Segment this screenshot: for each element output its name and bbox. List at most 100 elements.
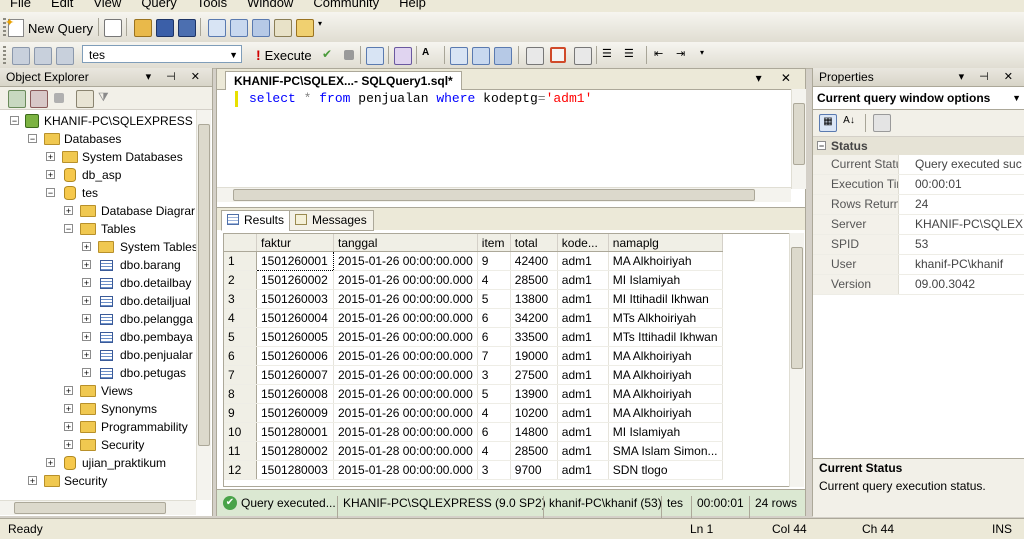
menu-view[interactable]: View (83, 0, 131, 12)
table-cell[interactable]: MTs Ittihadil Ikhwan (608, 327, 723, 347)
table-cell[interactable]: 7 (477, 346, 511, 366)
change-connection-icon[interactable] (56, 47, 74, 65)
cancel-query-icon[interactable] (344, 50, 354, 60)
properties-object-select[interactable]: Current query window options ▼ (813, 87, 1024, 110)
results-to-grid-icon[interactable] (550, 47, 566, 63)
execute-button[interactable]: ! Execute (256, 45, 312, 65)
table-cell[interactable]: 1501280002 (256, 441, 334, 461)
table-row[interactable]: 2 1501260002 2015-01-26 00:00:00.000 4 28500… (224, 270, 723, 290)
table-row[interactable]: 11 1501280002 2015-01-28 00:00:00.000 4 2850… (224, 441, 723, 461)
menu-file[interactable]: File (0, 0, 41, 12)
table-cell[interactable]: MA Alkhoiriyah (608, 251, 723, 271)
column-header[interactable]: item (477, 234, 511, 252)
row-number[interactable]: 8 (224, 384, 257, 404)
menu-help[interactable]: Help (389, 0, 436, 12)
new-query-button[interactable]: ✦ New Query (5, 17, 93, 38)
table-cell[interactable]: 5 (477, 384, 511, 404)
menu-window[interactable]: Window (237, 0, 303, 12)
table-row[interactable]: 3 1501260003 2015-01-26 00:00:00.000 5 13800… (224, 289, 723, 309)
table-cell[interactable]: 1501260009 (256, 403, 334, 423)
collapse-icon[interactable]: − (817, 141, 826, 151)
table-cell[interactable]: 10200 (510, 403, 558, 423)
expand-icon[interactable]: + (82, 296, 91, 306)
expand-icon[interactable]: + (46, 152, 55, 162)
table-cell[interactable]: 6 (477, 422, 511, 442)
table-cell[interactable]: 2015-01-26 00:00:00.000 (333, 403, 478, 423)
scrollbar-thumb[interactable] (233, 189, 755, 201)
scrollbar-thumb[interactable] (14, 502, 166, 514)
table-cell[interactable]: 13900 (510, 384, 558, 404)
expand-icon[interactable]: + (64, 440, 73, 450)
row-number[interactable]: 11 (224, 441, 257, 461)
table-cell[interactable]: MA Alkhoiriyah (608, 365, 723, 385)
table-cell[interactable]: adm1 (557, 270, 609, 290)
table-cell[interactable]: 2015-01-26 00:00:00.000 (333, 346, 478, 366)
table-row[interactable]: 10 1501280001 2015-01-28 00:00:00.000 6 1480… (224, 422, 723, 442)
table-cell[interactable]: 1501260004 (256, 308, 334, 328)
sql-editor[interactable]: select * from penjualan where kodeptg='a… (217, 89, 791, 189)
table-row[interactable]: 1 1501260001 2015-01-26 00:00:00.000 9 42400… (224, 251, 723, 271)
new-file-icon[interactable] (104, 19, 122, 37)
collapse-icon[interactable]: − (64, 224, 73, 234)
column-header[interactable]: total (510, 234, 558, 252)
expand-icon[interactable]: + (82, 368, 91, 378)
table-cell[interactable]: 19000 (510, 346, 558, 366)
table-cell[interactable]: 1501260008 (256, 384, 334, 404)
table-cell[interactable]: 3 (477, 460, 511, 480)
table-row[interactable]: 12 1501280003 2015-01-28 00:00:00.000 3 9700… (224, 460, 723, 480)
row-number[interactable]: 7 (224, 365, 257, 385)
menu-tools[interactable]: Tools (187, 0, 237, 12)
expand-icon[interactable]: + (28, 476, 37, 486)
table-cell[interactable]: MI Islamiyah (608, 270, 723, 290)
row-number[interactable]: 5 (224, 327, 257, 347)
table-cell[interactable]: MA Alkhoiriyah (608, 384, 723, 404)
analyze-query-icon[interactable] (472, 47, 490, 65)
property-row[interactable]: Version 09.00.3042 (813, 275, 1024, 295)
results-to-file-icon[interactable] (574, 47, 592, 65)
uncomment-icon[interactable]: ☰ (624, 47, 640, 63)
table-cell[interactable]: 3 (477, 365, 511, 385)
toolbar-overflow-icon[interactable]: ▾ (700, 48, 710, 64)
tab-messages[interactable]: Messages (289, 210, 374, 231)
table-cell[interactable]: 13800 (510, 289, 558, 309)
table-cell[interactable]: 2015-01-28 00:00:00.000 (333, 460, 478, 480)
expand-icon[interactable]: + (64, 422, 73, 432)
disconnect-icon[interactable] (34, 47, 52, 65)
table-cell[interactable]: 34200 (510, 308, 558, 328)
display-plan-icon[interactable] (450, 47, 468, 65)
table-cell[interactable]: adm1 (557, 460, 609, 480)
table-cell[interactable]: MI Islamiyah (608, 422, 723, 442)
query-designer-icon[interactable] (394, 47, 412, 65)
expand-icon[interactable]: + (82, 350, 91, 360)
table-cell[interactable]: 1501260007 (256, 365, 334, 385)
categorized-icon[interactable]: ▦ (819, 114, 837, 132)
table-cell[interactable]: 4 (477, 270, 511, 290)
row-number[interactable]: 12 (224, 460, 257, 480)
tab-controls[interactable]: ▾ ✕ (756, 71, 799, 85)
table-cell[interactable]: adm1 (557, 384, 609, 404)
property-row[interactable]: User khanif-PC\khanif (813, 255, 1024, 275)
table-cell[interactable]: adm1 (557, 365, 609, 385)
pane-controls[interactable]: ▾ ⊣ ✕ (959, 68, 1019, 86)
table-cell[interactable]: 2015-01-26 00:00:00.000 (333, 289, 478, 309)
table-cell[interactable]: MTs Alkhoiriyah (608, 308, 723, 328)
object-explorer-icon[interactable] (252, 19, 270, 37)
property-row[interactable]: Execution Time 00:00:01 (813, 175, 1024, 195)
row-number[interactable]: 3 (224, 289, 257, 309)
decrease-indent-icon[interactable]: ⇤ (654, 47, 670, 63)
table-cell[interactable]: 2015-01-26 00:00:00.000 (333, 384, 478, 404)
debug-icon[interactable]: ✔ (322, 47, 338, 63)
table-cell[interactable]: 4 (477, 403, 511, 423)
table-cell[interactable]: 2015-01-26 00:00:00.000 (333, 365, 478, 385)
table-cell[interactable]: adm1 (557, 251, 609, 271)
table-cell[interactable]: 1501280001 (256, 422, 334, 442)
expand-icon[interactable]: + (82, 260, 91, 270)
open-folder-icon[interactable] (134, 19, 152, 37)
expand-icon[interactable]: + (64, 386, 73, 396)
filter-icon[interactable]: ⧩ (98, 90, 114, 106)
table-row[interactable]: 7 1501260007 2015-01-26 00:00:00.000 3 27500… (224, 365, 723, 385)
table-cell[interactable]: 2015-01-26 00:00:00.000 (333, 327, 478, 347)
expand-icon[interactable]: + (82, 332, 91, 342)
property-row[interactable]: Rows Returned 24 (813, 195, 1024, 215)
expand-icon[interactable]: + (46, 458, 55, 468)
